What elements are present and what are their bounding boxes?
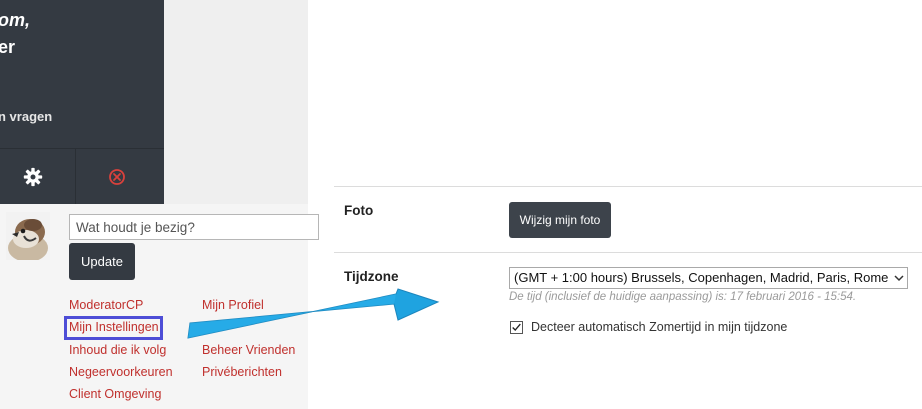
status-input[interactable]: [69, 214, 319, 240]
link-priveberichten[interactable]: Privéberichten: [202, 365, 282, 379]
avatar[interactable]: [6, 212, 50, 260]
settings-panel: Foto Wijzig mijn foto Tijdzone (GMT + 1:…: [334, 0, 922, 409]
link-inhoud-die-ik-volg[interactable]: Inhoud die ik volg: [69, 343, 166, 357]
link-client-omgeving[interactable]: Client Omgeving: [69, 387, 161, 401]
gear-icon[interactable]: [23, 167, 43, 187]
chevron-down-icon: [894, 275, 904, 282]
background-strip: [164, 0, 308, 204]
user-panel: om, er n vragen: [0, 0, 164, 205]
change-photo-button[interactable]: Wijzig mijn foto: [509, 202, 611, 238]
close-circle-icon[interactable]: [108, 168, 126, 186]
user-questions-fragment[interactable]: n vragen: [0, 109, 52, 124]
user-name-fragment: er: [0, 37, 16, 57]
link-moderatorcp[interactable]: ModeratorCP: [69, 298, 143, 312]
user-greeting-fragment: om,: [0, 10, 31, 30]
dst-label: Decteer automatisch Zomertijd in mijn ti…: [531, 320, 788, 334]
actions-divider: [75, 149, 76, 205]
divider: [334, 186, 922, 187]
link-negeervoorkeuren[interactable]: Negeervoorkeuren: [69, 365, 173, 379]
update-button[interactable]: Update: [69, 243, 135, 280]
link-mijn-profiel[interactable]: Mijn Profiel: [202, 298, 264, 312]
highlight-box: [64, 316, 163, 340]
checkmark-icon: [512, 323, 521, 332]
timezone-select[interactable]: (GMT + 1:00 hours) Brussels, Copenhagen,…: [509, 267, 908, 289]
dst-checkbox[interactable]: [510, 321, 523, 334]
link-beheer-vrienden[interactable]: Beheer Vrienden: [202, 343, 295, 357]
timezone-label: Tijdzone: [344, 269, 399, 284]
user-panel-actions: [0, 148, 164, 205]
divider: [334, 252, 922, 253]
timezone-hint: De tijd (inclusief de huidige aanpassing…: [509, 291, 857, 303]
photo-label: Foto: [344, 203, 374, 218]
timezone-selected-value: (GMT + 1:00 hours) Brussels, Copenhagen,…: [514, 270, 889, 285]
